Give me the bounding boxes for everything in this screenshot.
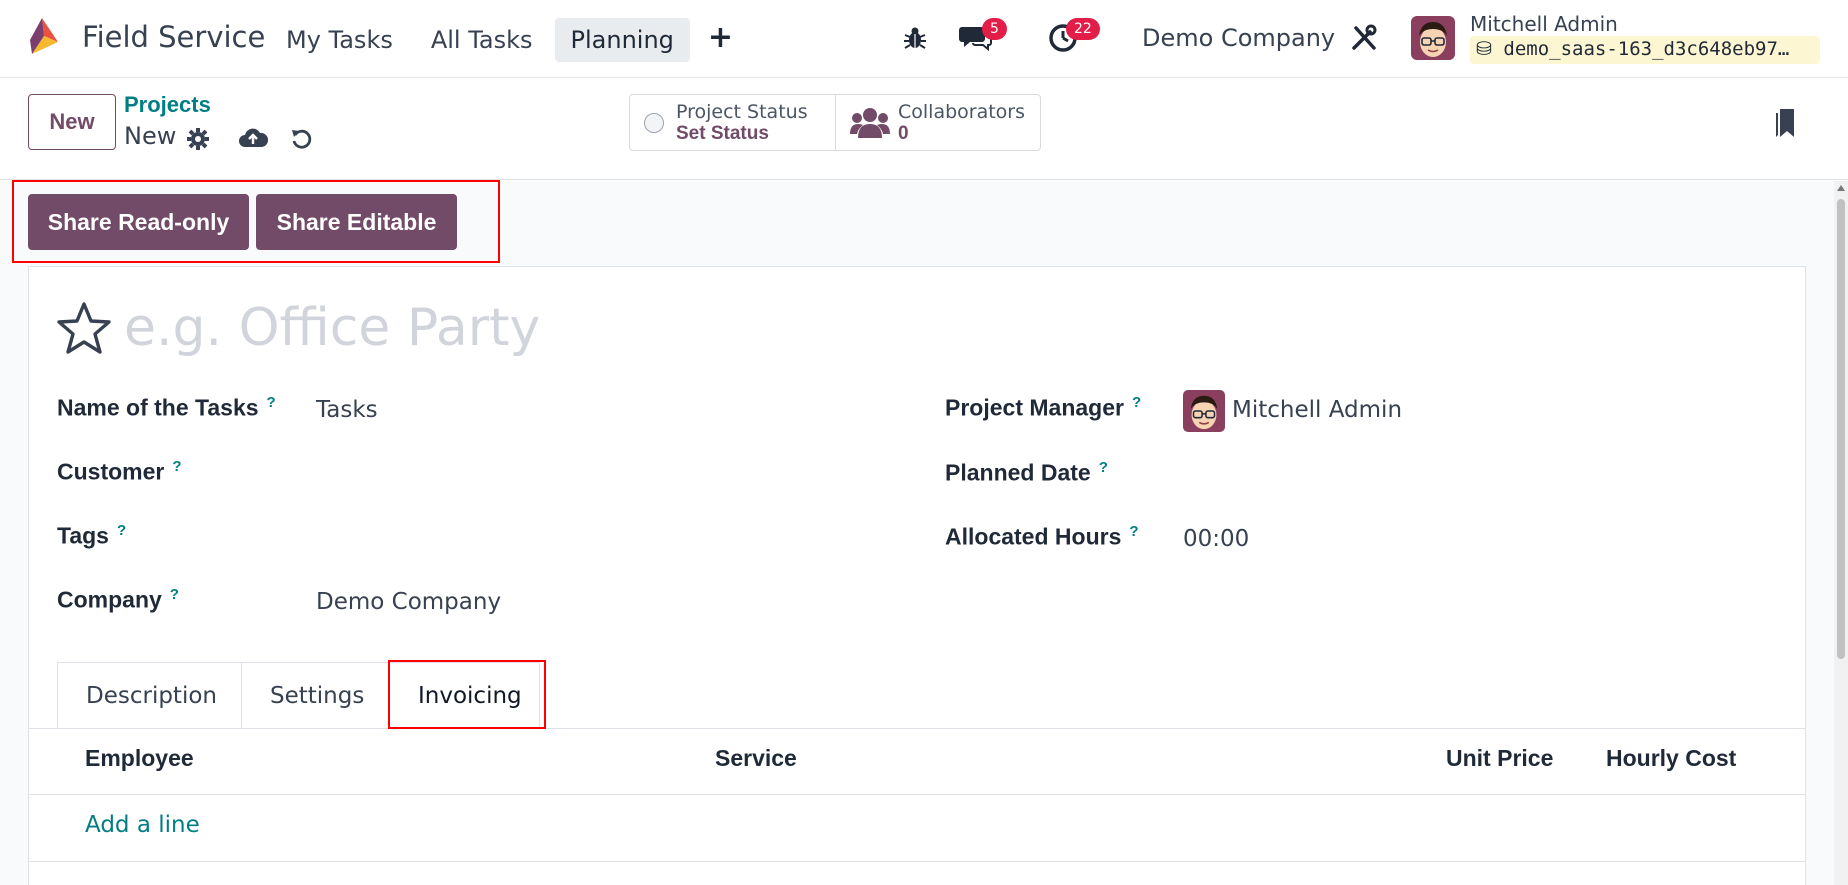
scroll-up-arrow-icon[interactable] xyxy=(1837,185,1845,191)
help-tooltip-icon[interactable]: ? xyxy=(1129,523,1138,540)
label-text: Customer xyxy=(57,458,165,485)
project-status-value: Set Status xyxy=(676,122,769,144)
field-label-name-of-tasks: Name of the Tasks? xyxy=(57,394,276,422)
tags-input[interactable] xyxy=(316,524,876,552)
tab-settings[interactable]: Settings xyxy=(242,662,390,728)
company-input[interactable]: Demo Company xyxy=(316,589,501,615)
user-name[interactable]: Mitchell Admin xyxy=(1470,12,1618,36)
help-tooltip-icon[interactable]: ? xyxy=(1132,394,1141,411)
menu-my-tasks[interactable]: My Tasks xyxy=(270,18,409,62)
collaborators-count: 0 xyxy=(898,122,909,144)
vertical-scrollbar[interactable] xyxy=(1834,181,1848,885)
help-tooltip-icon[interactable]: ? xyxy=(172,458,181,475)
column-unit-price[interactable]: Unit Price xyxy=(1446,745,1553,772)
label-text: Name of the Tasks xyxy=(57,394,259,421)
breadcrumb-projects[interactable]: Projects xyxy=(124,92,211,118)
label-text: Project Manager xyxy=(945,394,1124,421)
menu-all-tasks[interactable]: All Tasks xyxy=(415,18,549,62)
database-label: demo_saas-163_d3c648eb97… xyxy=(1503,38,1790,60)
users-icon xyxy=(850,107,890,138)
collaborators-button[interactable]: Collaborators 0 xyxy=(835,95,1040,150)
company-switcher[interactable]: Demo Company xyxy=(1142,24,1335,52)
help-tooltip-icon[interactable]: ? xyxy=(1099,459,1108,476)
control-panel: New Projects New Project Status Set Stat… xyxy=(0,78,1848,180)
label-text: Company xyxy=(57,586,162,613)
menu-plus-button[interactable]: + xyxy=(696,18,745,62)
scrollbar-thumb[interactable] xyxy=(1837,199,1845,659)
invoicing-tab-highlight xyxy=(388,660,546,729)
column-hourly-cost[interactable]: Hourly Cost xyxy=(1606,745,1736,772)
messages-count-badge: 5 xyxy=(982,18,1007,40)
tab-description[interactable]: Description xyxy=(57,662,242,728)
label-text: Planned Date xyxy=(945,459,1091,486)
customer-input[interactable] xyxy=(316,460,876,488)
debug-icon[interactable] xyxy=(900,20,930,56)
project-manager-avatar[interactable] xyxy=(1183,390,1225,432)
stat-buttons: Project Status Set Status Collaborators … xyxy=(629,94,1041,151)
name-of-tasks-input[interactable]: Tasks xyxy=(316,397,378,423)
top-navbar: Field Service My Tasks All Tasks Plannin… xyxy=(0,0,1848,78)
save-cloud-icon[interactable] xyxy=(238,124,268,154)
column-service[interactable]: Service xyxy=(715,745,797,772)
field-service-app-icon[interactable] xyxy=(28,16,64,62)
database-name: ⛁ demo_saas-163_d3c648eb97… xyxy=(1470,36,1820,64)
table-row-divider xyxy=(28,861,1806,862)
help-tooltip-icon[interactable]: ? xyxy=(170,586,179,603)
menu-planning[interactable]: Planning xyxy=(554,18,690,62)
tabs-divider xyxy=(28,728,1806,729)
project-manager-input[interactable]: Mitchell Admin xyxy=(1232,397,1402,423)
status-circle-icon xyxy=(644,112,664,133)
collaborators-label: Collaborators xyxy=(898,100,1026,123)
table-header-divider xyxy=(28,794,1806,795)
settings-tools-icon[interactable] xyxy=(1348,20,1380,56)
planned-date-input[interactable] xyxy=(1183,461,1743,489)
field-label-allocated-hours: Allocated Hours? xyxy=(945,523,1139,551)
project-name-input[interactable] xyxy=(124,296,1024,360)
gear-icon[interactable] xyxy=(183,124,213,154)
user-avatar[interactable] xyxy=(1411,16,1455,60)
main-menu: My Tasks All Tasks Planning + xyxy=(270,18,745,62)
field-label-tags: Tags? xyxy=(57,522,126,550)
database-icon: ⛁ xyxy=(1476,38,1492,60)
app-name[interactable]: Field Service xyxy=(82,20,265,54)
project-status-button[interactable]: Project Status Set Status xyxy=(630,95,835,150)
favorite-star-icon[interactable] xyxy=(56,300,112,356)
help-tooltip-icon[interactable]: ? xyxy=(117,522,126,539)
activities-count-badge: 22 xyxy=(1066,18,1100,40)
new-button[interactable]: New xyxy=(28,94,116,150)
add-a-line-link[interactable]: Add a line xyxy=(85,812,200,838)
bookmark-icon[interactable] xyxy=(1770,106,1800,140)
field-label-customer: Customer? xyxy=(57,458,182,486)
label-text: Allocated Hours xyxy=(945,523,1122,550)
project-status-label: Project Status xyxy=(676,100,808,123)
discard-undo-icon[interactable] xyxy=(287,124,317,154)
label-text: Tags xyxy=(57,522,109,549)
allocated-hours-input[interactable]: 00:00 xyxy=(1183,526,1249,552)
help-tooltip-icon[interactable]: ? xyxy=(267,394,276,411)
share-buttons-highlight xyxy=(12,180,500,263)
field-label-project-manager: Project Manager? xyxy=(945,394,1141,422)
field-label-planned-date: Planned Date? xyxy=(945,459,1108,487)
field-label-company: Company? xyxy=(57,586,179,614)
breadcrumb-current: New xyxy=(124,122,177,150)
column-employee[interactable]: Employee xyxy=(85,745,194,772)
